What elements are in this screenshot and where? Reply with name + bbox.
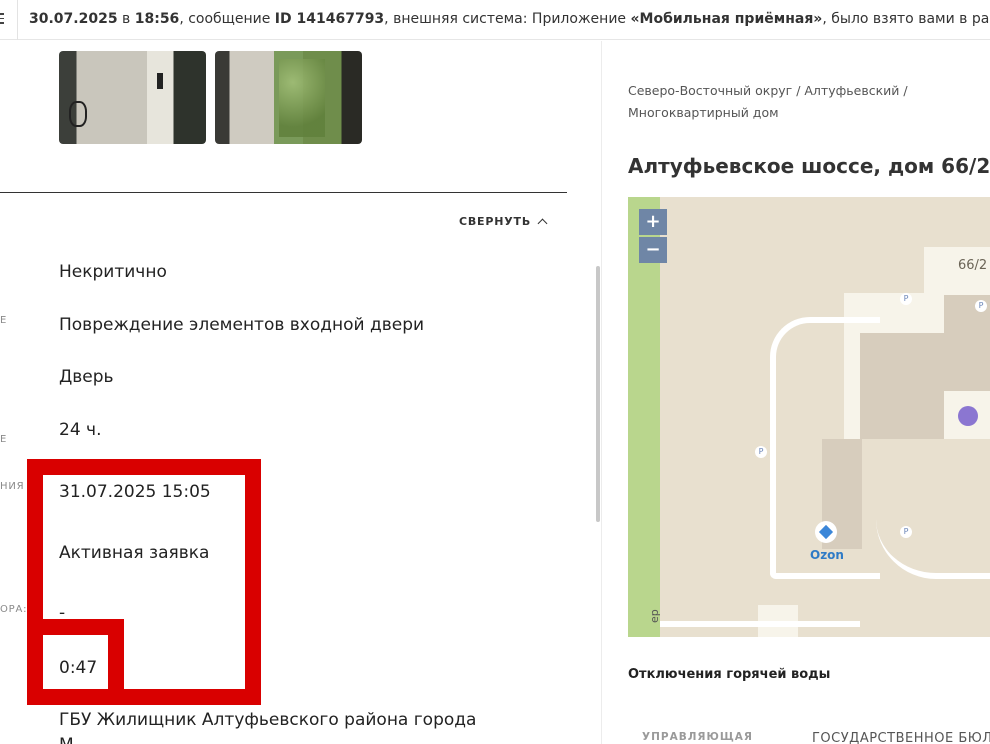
zoom-out-button[interactable]: − [639,237,667,263]
breadcrumb-line-2: Многоквартирный дом [628,105,779,120]
notification-bar: 30.07.2025 в 18:56, сообщение ID 1414677… [0,0,990,40]
street-label: ер [648,609,661,623]
photo-thumbnail-2[interactable] [215,51,362,144]
management-value: ГОСУДАРСТВЕННОЕ БЮЛ [812,731,990,744]
topbar-separator [17,0,18,40]
highlight-box-small [27,619,124,705]
parking-icon: P [900,293,912,305]
problem-value: Повреждение элементов входной двери [59,315,425,335]
deadline-value: 24 ч. [59,420,102,440]
poi-marker[interactable] [958,406,978,426]
scrollbar[interactable] [596,266,600,522]
notification-in: в [117,11,135,27]
request-details-panel: СВЕРНУТЬ Е Е НИЯ ОРА: Некритично Поврежд… [0,41,600,744]
notification-id: ID 141467793 [274,11,385,27]
field-label-cut-2: Е [0,434,8,445]
collapse-button[interactable]: СВЕРНУТЬ [459,215,548,229]
zoom-controls: + − [639,209,667,265]
notification-text: 30.07.2025 в 18:56, сообщение ID 1414677… [29,11,990,27]
notification-text3: , было взято вами в работу [822,11,990,27]
notification-date: 30.07.2025 [29,11,118,27]
notification-time: 18:56 [134,11,180,27]
collapse-label: СВЕРНУТЬ [459,215,532,228]
road-curve [876,437,990,579]
menu-icon[interactable] [0,13,4,25]
field-label-cut-4: ОРА: [0,604,28,615]
map[interactable]: + − 66/2 P P P P Ozon ер [628,197,990,637]
parking-icon: P [975,300,987,312]
breadcrumb-line-1: Северо-Восточный округ / Алтуфьевский / [628,83,908,98]
notification-app: «Мобильная приёмная» [630,11,823,27]
breadcrumb: Северо-Восточный округ / Алтуфьевский / … [628,80,968,124]
management-label: УПРАВЛЯЮЩАЯ [642,731,753,743]
organization-value-continued: М [59,735,74,744]
house-number-label: 66/2 [958,258,988,273]
object-value: Дверь [59,367,114,387]
organization-value: ГБУ Жилищник Алтуфьевского района города [59,710,477,730]
field-label-cut-3: НИЯ [0,481,25,492]
parking-icon: P [900,526,912,538]
ozon-label: Ozon [810,548,844,562]
notification-text2: , внешняя система: Приложение [384,11,631,27]
ozon-pin-icon[interactable] [815,521,837,543]
road-bottom [660,621,860,627]
parking-icon: P [755,446,767,458]
photo-thumbnail-1[interactable] [59,51,206,144]
notification-text1: , сообщение [179,11,275,27]
hot-water-title: Отключения горячей воды [628,667,831,682]
address-title: Алтуфьевское шоссе, дом 66/2 [628,154,990,178]
chevron-up-icon [537,218,548,229]
criticality-value: Некритично [59,262,167,282]
zoom-in-button[interactable]: + [639,209,667,235]
field-label-cut-1: Е [0,315,8,326]
location-panel: Северо-Восточный округ / Алтуфьевский / … [601,41,990,744]
section-divider [0,192,567,193]
